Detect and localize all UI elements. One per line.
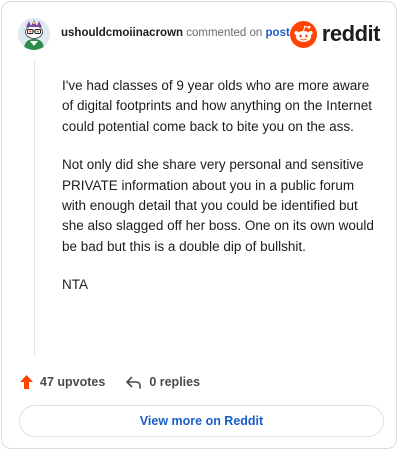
reply-button[interactable]: 0 replies (125, 375, 200, 390)
post-link[interactable]: post (266, 27, 290, 39)
comment-meta: ushouldcmoiinacrown commented on post (61, 27, 290, 39)
reddit-logo[interactable]: reddit (289, 20, 381, 48)
reply-arrow-icon (126, 376, 142, 389)
username-link[interactable]: ushouldcmoiinacrown (61, 27, 183, 39)
comment-actions: 47 upvotes 0 replies (19, 372, 200, 392)
comment-paragraph: I've had classes of 9 year olds who are … (62, 78, 372, 134)
reddit-wordmark: reddit (321, 21, 381, 46)
comment-paragraph: NTA (62, 277, 88, 293)
upvote-arrow-icon (20, 375, 33, 389)
comment-paragraph: Not only did she share very personal and… (62, 157, 374, 254)
comment-body: I've had classes of 9 year olds who are … (62, 76, 380, 314)
user-avatar[interactable] (18, 18, 50, 50)
reddit-snoo-icon (289, 20, 317, 48)
upvote-count: 47 upvotes (40, 375, 106, 389)
upvote-button[interactable]: 47 upvotes (19, 374, 105, 390)
comment-embed-card: ushouldcmoiinacrown commented on post re… (1, 1, 397, 449)
reply-count: 0 replies (149, 375, 201, 389)
commented-on-text: commented on (186, 27, 263, 39)
comment-header: ushouldcmoiinacrown commented on post re… (18, 18, 381, 52)
view-more-button[interactable]: View more on Reddit (19, 405, 384, 437)
thread-line (34, 60, 35, 356)
snoo-avatar-icon (18, 18, 50, 50)
